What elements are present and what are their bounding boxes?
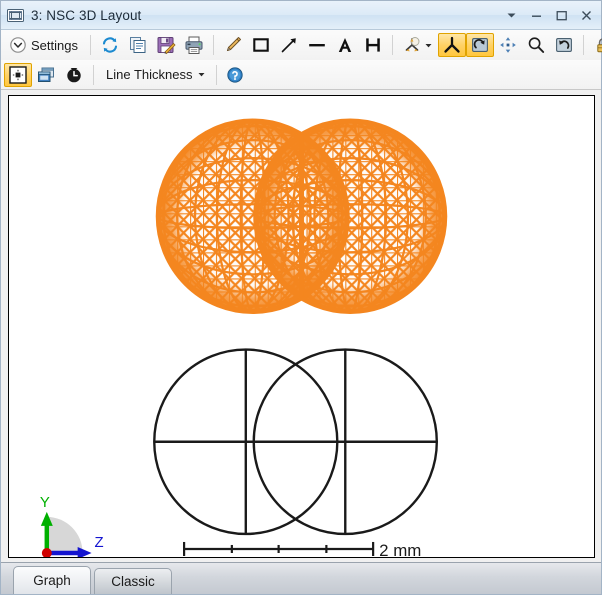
axis-tripod-button[interactable] bbox=[438, 33, 466, 57]
help-question-icon bbox=[226, 66, 244, 84]
tab-graph-label: Graph bbox=[33, 573, 71, 588]
rotate-icon bbox=[470, 35, 490, 55]
tab-classic[interactable]: Classic bbox=[94, 568, 172, 594]
orientation-tripod-icon bbox=[402, 35, 422, 55]
dimension-tool-button[interactable] bbox=[359, 33, 387, 57]
axis-label-z: Z bbox=[95, 534, 104, 551]
lock-icon bbox=[593, 35, 602, 55]
lock-button[interactable] bbox=[589, 33, 602, 57]
mesh-object bbox=[148, 111, 459, 326]
toolbar-separator bbox=[583, 35, 584, 55]
maximize-button[interactable] bbox=[549, 3, 574, 27]
window-cascade-icon bbox=[36, 65, 56, 85]
pencil-tool-button[interactable] bbox=[219, 33, 247, 57]
settings-label: Settings bbox=[28, 38, 81, 53]
canvas-container: 2 mm Y Z bbox=[1, 90, 601, 562]
clock-refresh-icon bbox=[64, 65, 84, 85]
orientation-button[interactable] bbox=[398, 33, 438, 57]
tab-classic-label: Classic bbox=[111, 574, 155, 589]
printer-icon bbox=[184, 35, 204, 55]
text-tool-button[interactable] bbox=[331, 33, 359, 57]
refresh-arrows-icon bbox=[100, 35, 120, 55]
toolbar-separator bbox=[213, 35, 214, 55]
minimize-icon bbox=[530, 9, 543, 22]
rectangle-icon bbox=[251, 35, 271, 55]
line-thickness-dropdown[interactable]: Line Thickness bbox=[99, 63, 211, 87]
chevron-down-icon bbox=[506, 10, 517, 21]
rotate-button[interactable] bbox=[466, 33, 494, 57]
toolbar-secondary: Line Thickness bbox=[1, 60, 601, 90]
scale-bar-label: 2 mm bbox=[379, 541, 421, 557]
line-tool-button[interactable] bbox=[303, 33, 331, 57]
minimize-button[interactable] bbox=[524, 3, 549, 27]
window-title: 3: NSC 3D Layout bbox=[31, 8, 499, 23]
nsc-3d-layout-window: 3: NSC 3D Layout bbox=[0, 0, 602, 595]
copy-clipboard-icon bbox=[128, 35, 148, 55]
toolbar-separator bbox=[216, 65, 217, 85]
close-icon bbox=[580, 9, 593, 22]
magnifier-icon bbox=[526, 35, 546, 55]
window-controls bbox=[499, 3, 599, 27]
title-bar: 3: NSC 3D Layout bbox=[1, 1, 601, 30]
save-button[interactable] bbox=[152, 33, 180, 57]
dropdown-menu-button[interactable] bbox=[499, 3, 524, 27]
fit-window-icon bbox=[8, 65, 28, 85]
tab-graph[interactable]: Graph bbox=[13, 566, 91, 594]
arrow-icon bbox=[279, 35, 299, 55]
wire-object bbox=[154, 350, 437, 534]
arrow-tool-button[interactable] bbox=[275, 33, 303, 57]
reset-view-button[interactable] bbox=[550, 33, 578, 57]
layout-canvas[interactable]: 2 mm Y Z bbox=[8, 95, 595, 558]
rectangle-tool-button[interactable] bbox=[247, 33, 275, 57]
zoom-button[interactable] bbox=[522, 33, 550, 57]
line-thickness-label: Line Thickness bbox=[103, 67, 195, 82]
chevron-down-circle-icon bbox=[8, 35, 28, 55]
chevron-down-icon bbox=[425, 42, 432, 49]
bottom-tab-strip: Graph Classic bbox=[1, 562, 601, 594]
close-button[interactable] bbox=[574, 3, 599, 27]
settings-button[interactable]: Settings bbox=[4, 33, 85, 57]
pencil-icon bbox=[223, 35, 243, 55]
maximize-icon bbox=[555, 9, 568, 22]
pan-move-icon bbox=[498, 35, 518, 55]
axis-tripod-icon bbox=[442, 35, 462, 55]
layout-drawing: 2 mm Y Z bbox=[9, 96, 594, 557]
text-a-icon bbox=[335, 35, 355, 55]
pan-button[interactable] bbox=[494, 33, 522, 57]
save-disk-icon bbox=[156, 35, 176, 55]
print-button[interactable] bbox=[180, 33, 208, 57]
refresh-clock-button[interactable] bbox=[60, 63, 88, 87]
window-cascade-button[interactable] bbox=[32, 63, 60, 87]
line-icon bbox=[307, 35, 327, 55]
scale-bar: 2 mm bbox=[184, 541, 421, 557]
chevron-down-icon bbox=[198, 71, 205, 78]
toolbar-primary: Settings bbox=[1, 30, 601, 60]
fit-to-window-button[interactable] bbox=[4, 63, 32, 87]
axis-orientation-indicator: Y Z bbox=[40, 494, 104, 557]
layout-window-icon bbox=[7, 7, 24, 24]
toolbar-separator bbox=[90, 35, 91, 55]
refresh-button[interactable] bbox=[96, 33, 124, 57]
axis-label-y: Y bbox=[40, 494, 50, 511]
reset-view-icon bbox=[554, 35, 574, 55]
help-button[interactable] bbox=[222, 63, 248, 87]
copy-button[interactable] bbox=[124, 33, 152, 57]
toolbar-separator bbox=[392, 35, 393, 55]
toolbar-separator bbox=[93, 65, 94, 85]
dimension-h-icon bbox=[363, 35, 383, 55]
